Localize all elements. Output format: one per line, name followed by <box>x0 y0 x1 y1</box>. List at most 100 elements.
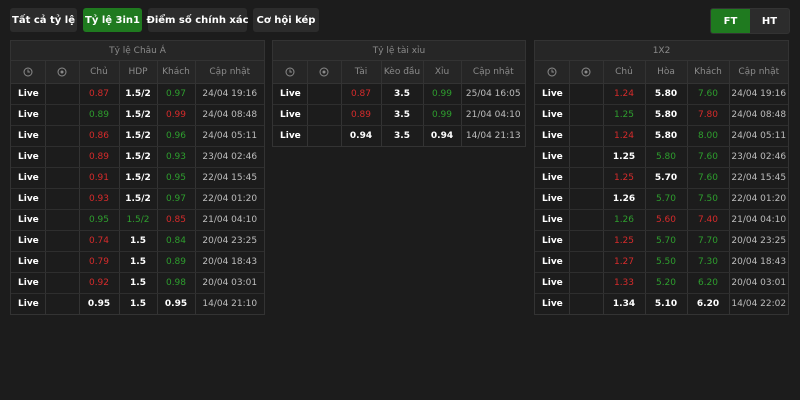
odds-cell-home: 1.26 <box>603 188 646 210</box>
col-home: Chủ <box>79 61 120 84</box>
status-cell: Live <box>11 293 46 314</box>
odds-cell-hdp: 1.5/2 <box>119 125 158 147</box>
table-row: Live 0.95 1.5/2 0.85 21/04 04:10 <box>11 209 264 231</box>
update-time-cell: 20/04 18:43 <box>729 251 788 273</box>
update-time-cell: 14/04 21:10 <box>202 298 258 309</box>
table-row: Live 1.25 5.70 7.60 22/04 15:45 <box>535 167 788 189</box>
tab-correct-score[interactable]: Điểm số chính xác <box>146 8 249 32</box>
update-time-cell: 21/04 04:10 <box>461 104 525 126</box>
odds-cell-home: 0.95 <box>79 293 120 314</box>
update-time-cell: 14/04 22:02 <box>731 298 787 309</box>
ball-icon <box>307 61 342 84</box>
empty-cell <box>569 230 604 252</box>
status-cell: Live <box>535 125 570 147</box>
odds-cell-home: 0.95 <box>79 209 120 231</box>
overunder-odds-panel: Tỷ lệ tài xỉu Tài Kèo đầu Xỉu Cập nhật L… <box>272 40 526 147</box>
1x2-odds-table: Chủ Hòa Khách Cập nhật Live 1.24 5.80 7.60 2… <box>535 61 788 314</box>
empty-cell <box>307 83 342 105</box>
odds-cell-line: 3.5 <box>381 104 424 126</box>
update-time-cell: 24/04 08:48 <box>195 104 264 126</box>
odds-cell-draw: 5.80 <box>645 146 688 168</box>
ht-toggle-button[interactable]: HT <box>750 9 789 33</box>
table-row: Live 0.91 1.5/2 0.95 22/04 15:45 <box>11 167 264 189</box>
odds-cell-line: 3.5 <box>381 83 424 105</box>
update-time-cell: 20/04 23:25 <box>729 230 788 252</box>
empty-cell <box>569 146 604 168</box>
odds-cell-hdp: 1.5/2 <box>119 209 158 231</box>
top-bar: Tất cả tỷ lệ Tỷ lệ 3in1 Điểm số chính xá… <box>0 0 800 40</box>
update-time-cell: 24/04 19:16 <box>729 83 788 105</box>
odds-cell-away: 7.30 <box>687 251 730 273</box>
odds-cell-home: 1.25 <box>603 167 646 189</box>
table-row: Live 1.33 5.20 6.20 20/04 03:01 <box>535 272 788 294</box>
odds-cell-draw: 5.10 <box>645 293 688 314</box>
empty-cell <box>569 83 604 105</box>
odds-cell-away: 8.00 <box>687 125 730 147</box>
status-cell: Live <box>535 83 570 105</box>
odds-cell-away: 7.60 <box>687 83 730 105</box>
status-cell: Live <box>273 104 308 126</box>
table-row: Live 1.25 5.70 7.70 20/04 23:25 <box>535 230 788 252</box>
update-time-cell: 22/04 15:45 <box>195 167 264 189</box>
empty-cell <box>45 293 80 314</box>
odds-cell-away: 7.70 <box>687 230 730 252</box>
empty-cell <box>45 167 80 189</box>
table-row: Live 1.25 5.80 7.60 23/04 02:46 <box>535 146 788 168</box>
update-time-cell: 22/04 01:20 <box>729 188 788 210</box>
status-cell: Live <box>11 146 46 168</box>
odds-cell-under: 0.99 <box>423 104 462 126</box>
tab-double-chance[interactable]: Cơ hội kép <box>253 8 319 32</box>
odds-cell-home: 0.89 <box>79 104 120 126</box>
status-cell: Live <box>11 83 46 105</box>
empty-cell <box>45 230 80 252</box>
table-row: Live 1.24 5.80 8.00 24/04 05:11 <box>535 125 788 147</box>
status-cell: Live <box>535 251 570 273</box>
odds-cell-draw: 5.80 <box>645 125 688 147</box>
empty-cell <box>569 272 604 294</box>
status-cell: Live <box>11 104 46 126</box>
empty-cell <box>45 272 80 294</box>
odds-cell-under: 0.94 <box>423 125 462 146</box>
tab-3in1[interactable]: Tỷ lệ 3in1 <box>83 8 142 32</box>
ball-icon <box>45 61 80 84</box>
status-cell: Live <box>273 125 308 146</box>
status-cell: Live <box>535 272 570 294</box>
1x2-odds-title: 1X2 <box>535 41 788 61</box>
odds-cell-away: 0.97 <box>157 83 196 105</box>
odds-cell-hdp: 1.5 <box>119 230 158 252</box>
update-time-cell: 25/04 16:05 <box>461 83 525 105</box>
col-home: Chủ <box>603 61 646 84</box>
status-cell: Live <box>535 104 570 126</box>
tab-all-odds[interactable]: Tất cả tỷ lệ <box>10 8 77 32</box>
odds-cell-under: 0.99 <box>423 83 462 105</box>
update-time-cell: 22/04 01:20 <box>195 188 264 210</box>
status-cell: Live <box>11 209 46 231</box>
odds-cell-home: 0.79 <box>79 251 120 273</box>
table-row: Live 0.95 1.5 0.95 14/04 21:10 <box>11 293 264 314</box>
odds-cell-draw: 5.70 <box>645 188 688 210</box>
odds-cell-home: 1.25 <box>603 104 646 126</box>
odds-cell-away: 0.95 <box>157 167 196 189</box>
1x2-odds-panel: 1X2 Chủ Hòa Khách Cập nhật Live 1.24 5.80 7… <box>534 40 789 315</box>
update-time-cell: 20/04 03:01 <box>195 272 264 294</box>
odds-cell-draw: 5.70 <box>645 230 688 252</box>
update-time-cell: 20/04 23:25 <box>195 230 264 252</box>
odds-cell-away: 7.60 <box>687 146 730 168</box>
update-time-cell: 23/04 02:46 <box>729 146 788 168</box>
table-row: Live 0.89 1.5/2 0.93 23/04 02:46 <box>11 146 264 168</box>
status-cell: Live <box>11 251 46 273</box>
update-time-cell: 14/04 21:13 <box>465 130 521 141</box>
odds-cell-home: 1.25 <box>603 230 646 252</box>
odds-cell-over: 0.94 <box>341 125 382 146</box>
asian-odds-title: Tỷ lệ Châu Á <box>11 41 264 61</box>
update-time-cell: 20/04 18:43 <box>195 251 264 273</box>
empty-cell <box>569 293 604 314</box>
odds-cell-hdp: 1.5/2 <box>119 104 158 126</box>
table-row: Live 0.89 1.5/2 0.99 24/04 08:48 <box>11 104 264 126</box>
odds-cell-away: 7.50 <box>687 188 730 210</box>
update-time-cell: 24/04 19:16 <box>195 83 264 105</box>
table-row: Live 0.93 1.5/2 0.97 22/04 01:20 <box>11 188 264 210</box>
col-away: Khách <box>157 61 196 84</box>
ft-toggle-button[interactable]: FT <box>711 9 750 33</box>
status-cell: Live <box>11 125 46 147</box>
